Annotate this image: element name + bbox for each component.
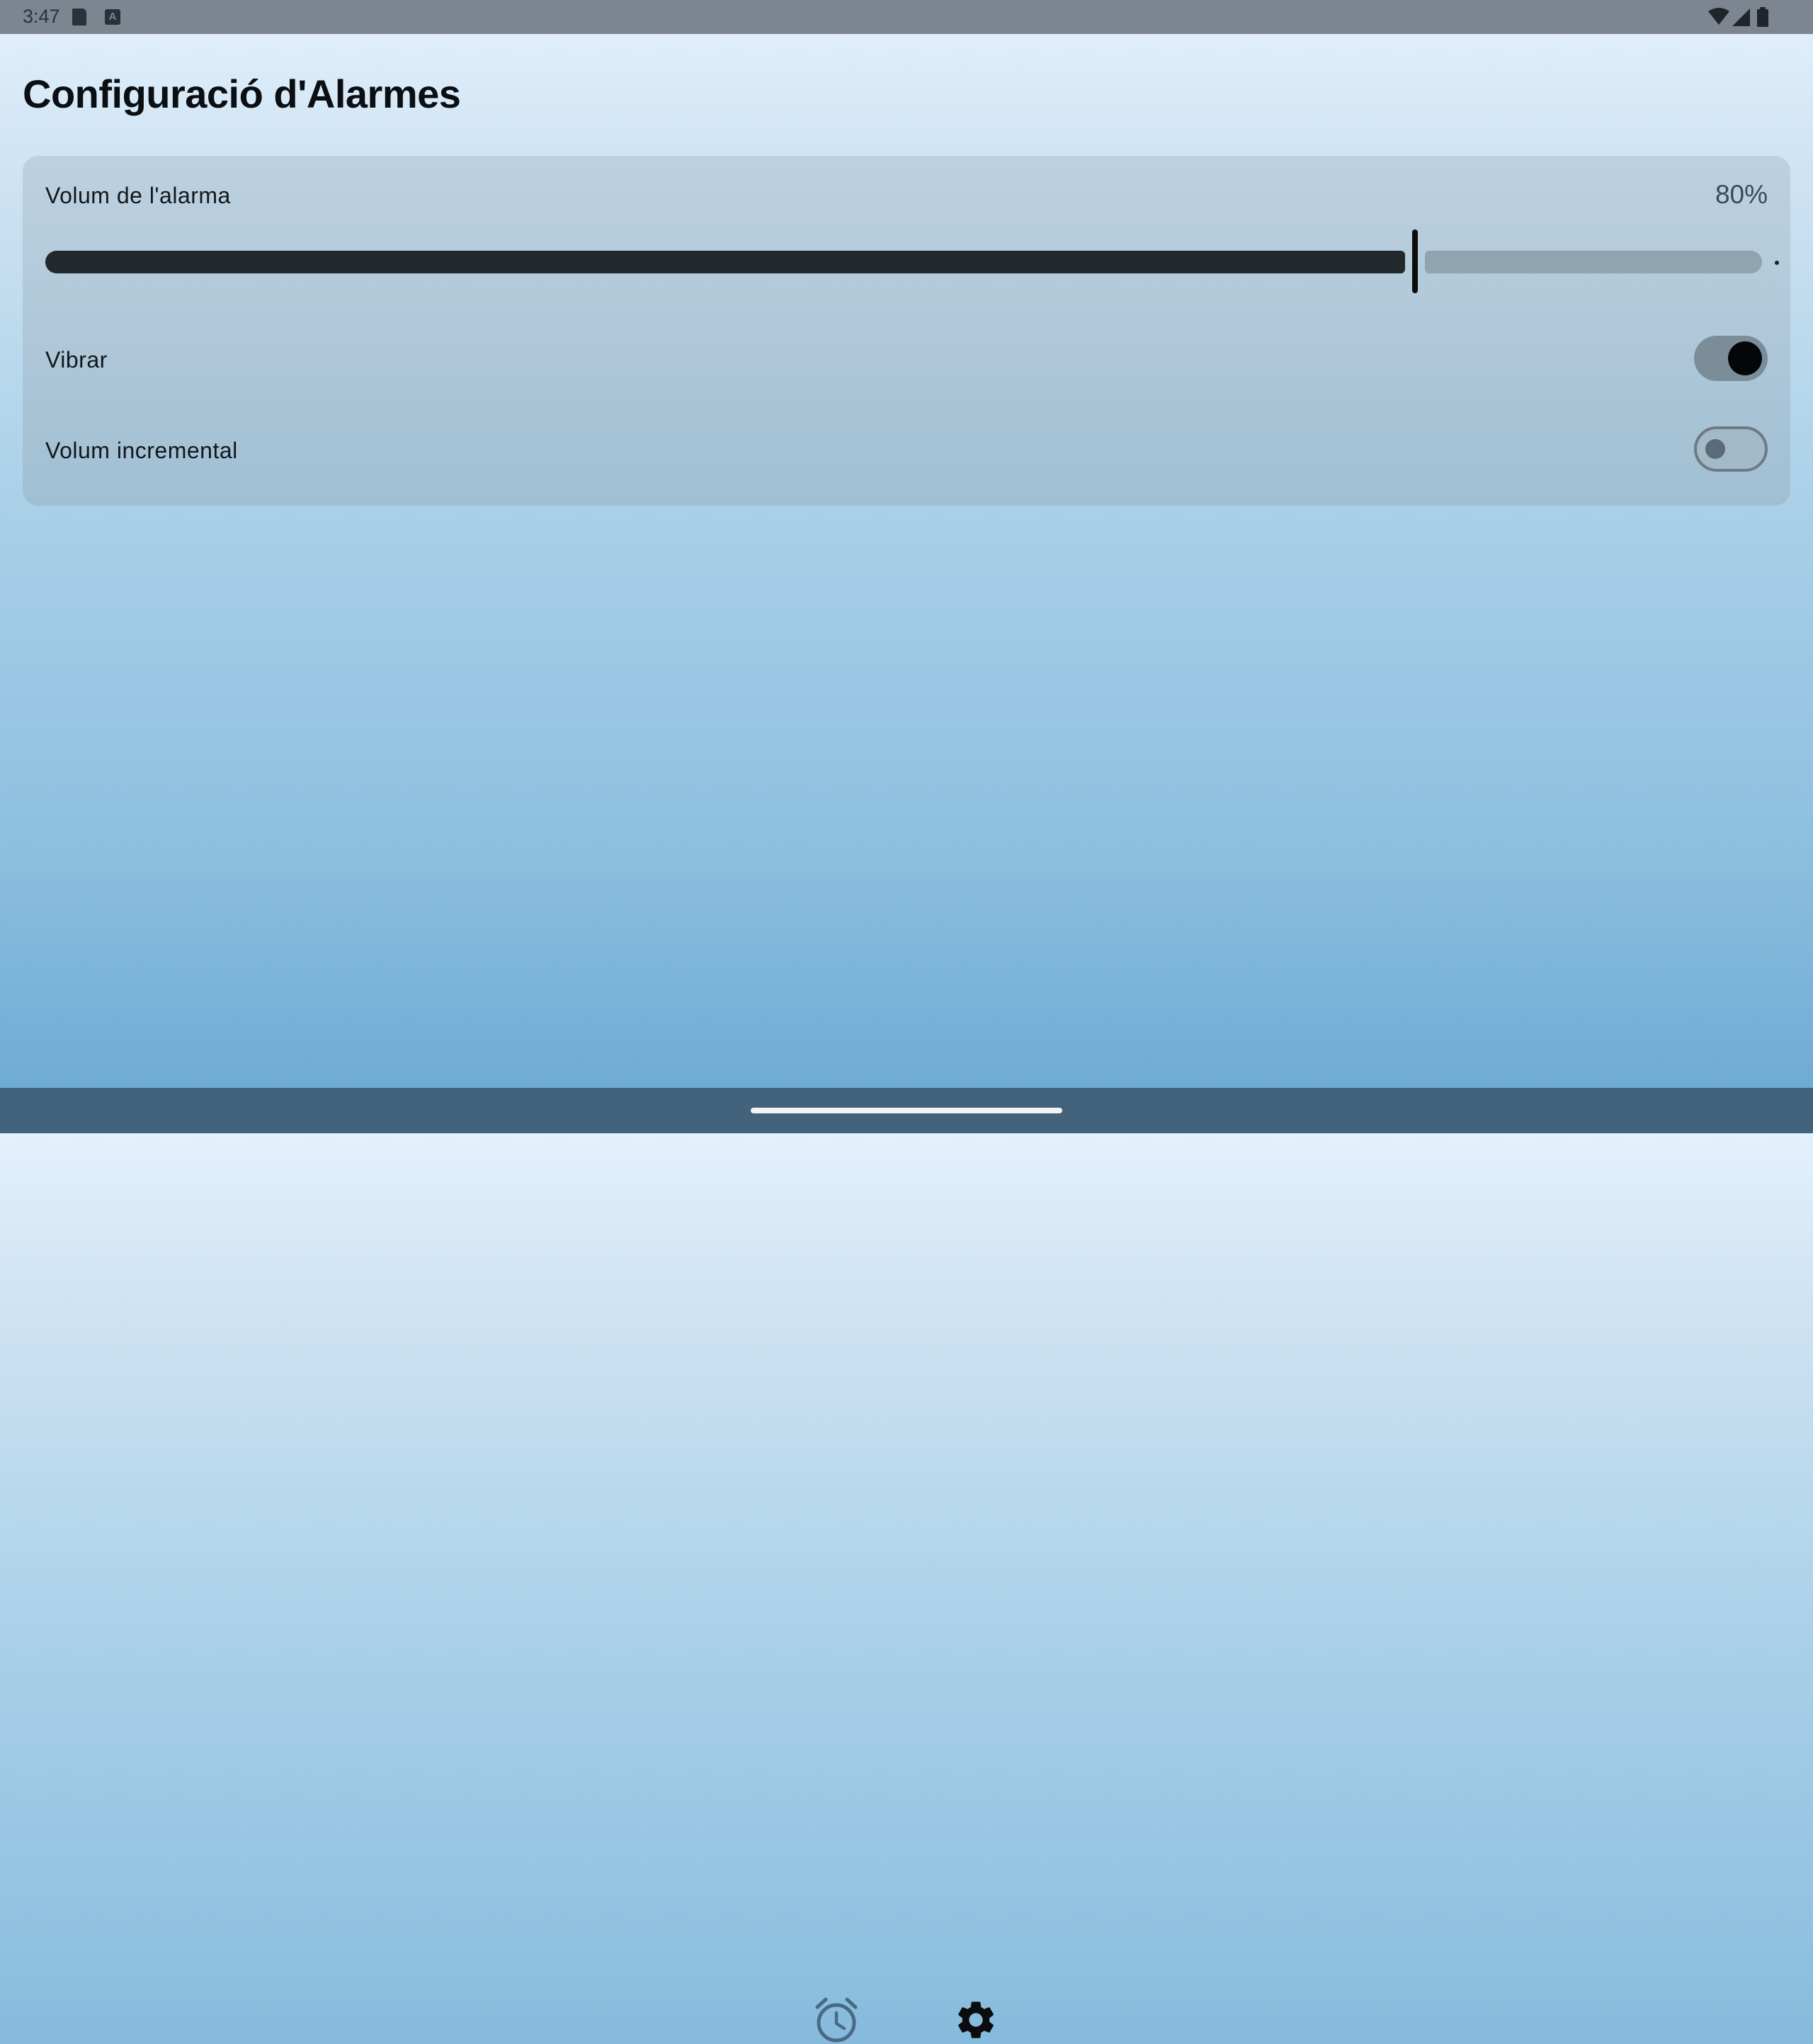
bottom-navigation bbox=[0, 986, 1813, 2043]
battery-icon bbox=[1757, 7, 1768, 27]
slider-active-track bbox=[45, 251, 1405, 273]
volume-slider[interactable] bbox=[45, 229, 1779, 293]
status-time: 3:47 bbox=[23, 6, 60, 27]
wifi-icon bbox=[1708, 8, 1729, 25]
alarm-clock-icon[interactable] bbox=[813, 1996, 860, 2044]
incremental-volume-label: Volum incremental bbox=[45, 438, 238, 463]
system-gesture-bar bbox=[0, 1088, 1813, 1133]
signal-icon bbox=[1732, 8, 1750, 26]
page-title: Configuració d'Alarmes bbox=[23, 72, 461, 116]
slider-thumb[interactable] bbox=[1412, 229, 1418, 293]
incremental-volume-toggle[interactable] bbox=[1694, 426, 1768, 472]
volume-label: Volum de l'alarma bbox=[45, 183, 231, 208]
status-bar: 3:47 A bbox=[0, 0, 1813, 34]
toggle-knob bbox=[1728, 341, 1762, 375]
vibrate-toggle[interactable] bbox=[1694, 336, 1768, 381]
alarm-settings-card: Volum de l'alarma 80% Vibrar Volum incre… bbox=[23, 156, 1790, 506]
home-gesture-handle[interactable] bbox=[751, 1108, 1062, 1113]
vibrate-label: Vibrar bbox=[45, 347, 108, 373]
slider-stop-indicator bbox=[1775, 261, 1779, 265]
toggle-knob bbox=[1705, 439, 1725, 459]
sd-card-icon bbox=[72, 8, 86, 25]
slider-inactive-track bbox=[1425, 251, 1762, 273]
gear-icon[interactable] bbox=[953, 1997, 999, 2043]
keyboard-a-icon: A bbox=[105, 9, 120, 25]
volume-value: 80% bbox=[1715, 180, 1768, 209]
